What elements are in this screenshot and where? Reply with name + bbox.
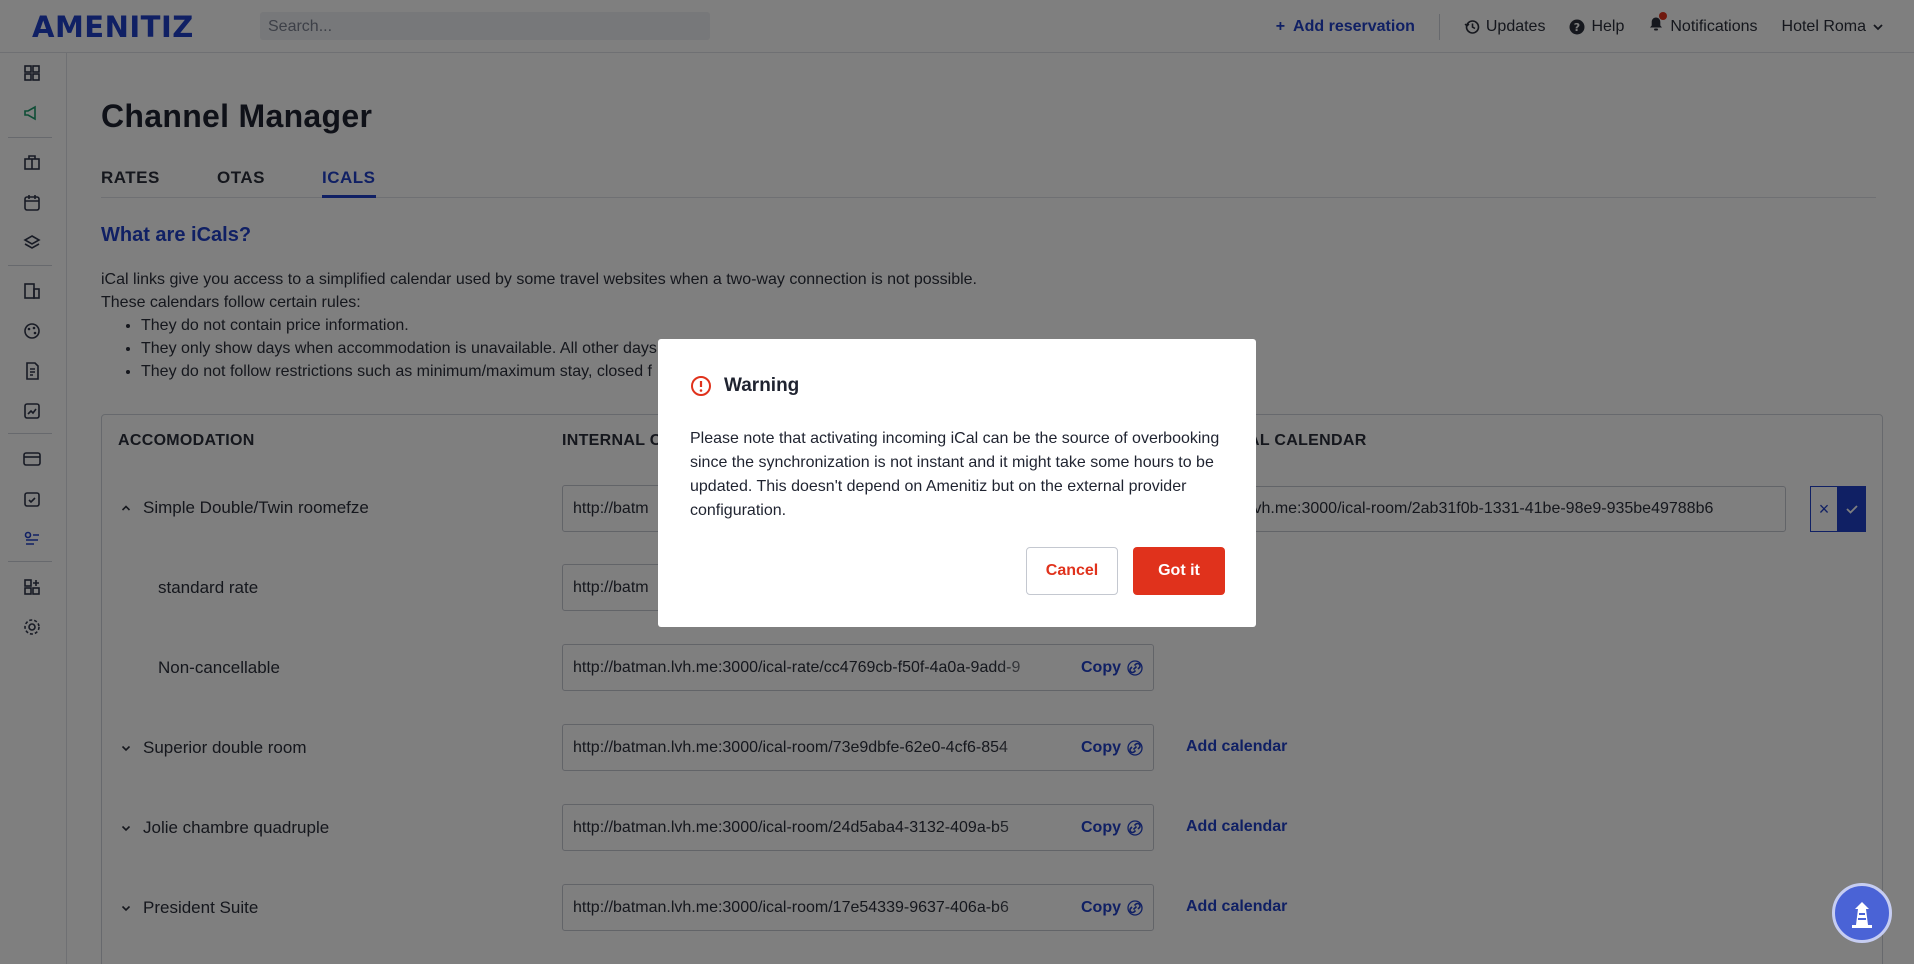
cancel-button[interactable]: Cancel xyxy=(1026,547,1118,595)
lighthouse-icon xyxy=(1852,902,1872,928)
modal-header: Warning xyxy=(690,375,799,397)
modal-title: Warning xyxy=(724,375,800,396)
modal-body: Please note that activating incoming iCa… xyxy=(690,430,1220,519)
got-it-button[interactable]: Got it xyxy=(1133,547,1225,595)
support-chat-button[interactable] xyxy=(1832,883,1892,943)
warning-icon xyxy=(691,376,711,396)
warning-modal: Warning Please note that activating inco… xyxy=(658,339,1256,627)
